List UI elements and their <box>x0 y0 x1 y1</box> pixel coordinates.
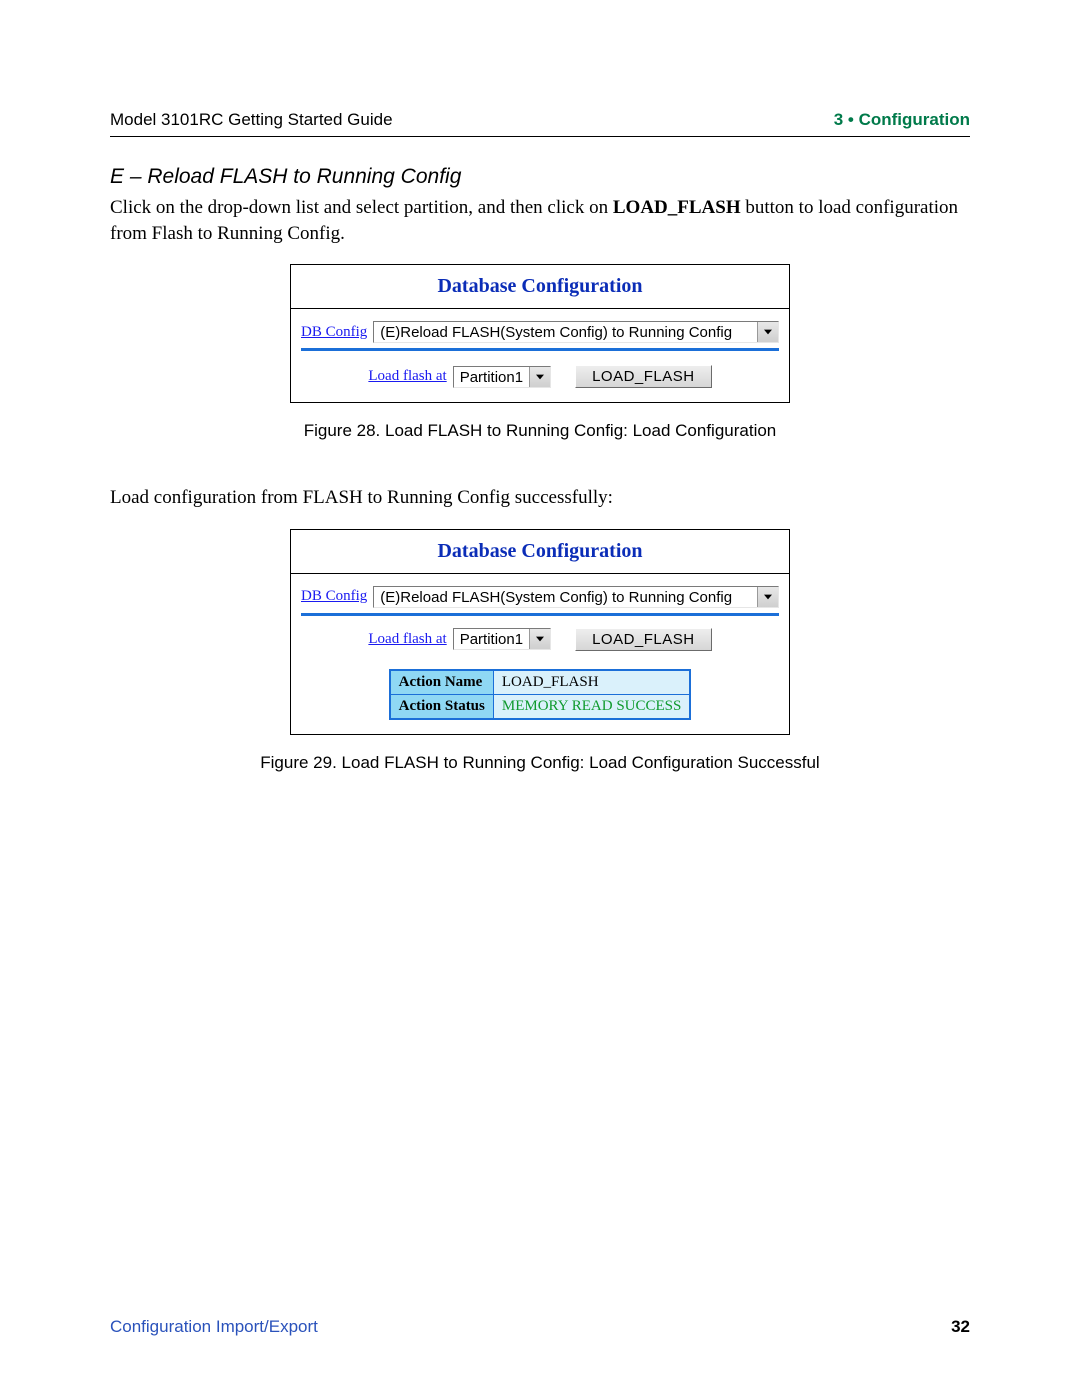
chevron-down-icon <box>529 629 550 649</box>
figure-28: Database Configuration DB Config (E)Relo… <box>110 264 970 441</box>
header-left: Model 3101RC Getting Started Guide <box>110 110 393 130</box>
figure-29-caption: Figure 29. Load FLASH to Running Config:… <box>110 753 970 773</box>
panel1-title: Database Configuration <box>291 265 789 309</box>
partition-dropdown-value: Partition1 <box>454 629 529 649</box>
section-title: E – Reload FLASH to Running Config <box>110 165 970 189</box>
header-rule <box>110 136 970 137</box>
partition-dropdown[interactable]: Partition1 <box>453 628 551 650</box>
page-footer: Configuration Import/Export 32 <box>110 1317 970 1337</box>
chevron-down-icon <box>529 367 550 387</box>
panel1-row-dbconfig: DB Config (E)Reload FLASH(System Config)… <box>301 321 779 343</box>
action-name-label: Action Name <box>390 670 494 695</box>
chevron-down-icon <box>757 587 778 607</box>
partition-dropdown[interactable]: Partition1 <box>453 366 551 388</box>
panel1-body: DB Config (E)Reload FLASH(System Config)… <box>291 309 789 402</box>
load-flash-at-link[interactable]: Load flash at <box>368 631 446 648</box>
page-number: 32 <box>951 1317 970 1337</box>
load-flash-button[interactable]: LOAD_FLASH <box>575 628 712 651</box>
page-header: Model 3101RC Getting Started Guide 3 • C… <box>110 110 970 130</box>
db-config-link[interactable]: DB Config <box>301 324 367 341</box>
intro-bold: LOAD_FLASH <box>613 197 741 218</box>
load-flash-at-link[interactable]: Load flash at <box>368 368 446 385</box>
accent-bar <box>301 348 779 351</box>
panel1-row-loadflash: Load flash at Partition1 LOAD_FLASH <box>301 365 779 388</box>
panel2-body: DB Config (E)Reload FLASH(System Config)… <box>291 574 789 734</box>
footer-left: Configuration Import/Export <box>110 1317 318 1337</box>
action-status-value: MEMORY READ SUCCESS <box>493 694 690 719</box>
figure-29: Database Configuration DB Config (E)Relo… <box>110 529 970 773</box>
chevron-down-icon <box>757 322 778 342</box>
db-config-dropdown[interactable]: (E)Reload FLASH(System Config) to Runnin… <box>373 321 779 343</box>
db-config-link[interactable]: DB Config <box>301 588 367 605</box>
table-row: Action Name LOAD_FLASH <box>390 670 691 695</box>
db-config-panel-2: Database Configuration DB Config (E)Relo… <box>290 529 790 735</box>
partition-dropdown-value: Partition1 <box>454 367 529 387</box>
midline-text: Load configuration from FLASH to Running… <box>110 485 970 511</box>
header-right: 3 • Configuration <box>834 110 970 130</box>
db-config-dropdown[interactable]: (E)Reload FLASH(System Config) to Runnin… <box>373 586 779 608</box>
panel2-row-dbconfig: DB Config (E)Reload FLASH(System Config)… <box>301 586 779 608</box>
intro-prefix: Click on the drop-down list and select p… <box>110 197 613 218</box>
intro-paragraph: Click on the drop-down list and select p… <box>110 195 970 246</box>
panel2-title: Database Configuration <box>291 530 789 574</box>
db-config-dropdown-value: (E)Reload FLASH(System Config) to Runnin… <box>374 587 757 607</box>
load-flash-button[interactable]: LOAD_FLASH <box>575 365 712 388</box>
action-status-label: Action Status <box>390 694 494 719</box>
table-row: Action Status MEMORY READ SUCCESS <box>390 694 691 719</box>
db-config-panel-1: Database Configuration DB Config (E)Relo… <box>290 264 790 403</box>
panel2-action-block: Action Name LOAD_FLASH Action Status MEM… <box>301 661 779 720</box>
action-name-value: LOAD_FLASH <box>493 670 690 695</box>
panel2-row-loadflash: Load flash at Partition1 LOAD_FLASH <box>301 628 779 651</box>
page: Model 3101RC Getting Started Guide 3 • C… <box>0 0 1080 1397</box>
accent-bar <box>301 613 779 616</box>
db-config-dropdown-value: (E)Reload FLASH(System Config) to Runnin… <box>374 322 757 342</box>
action-result-table: Action Name LOAD_FLASH Action Status MEM… <box>389 669 692 720</box>
figure-28-caption: Figure 28. Load FLASH to Running Config:… <box>110 421 970 441</box>
